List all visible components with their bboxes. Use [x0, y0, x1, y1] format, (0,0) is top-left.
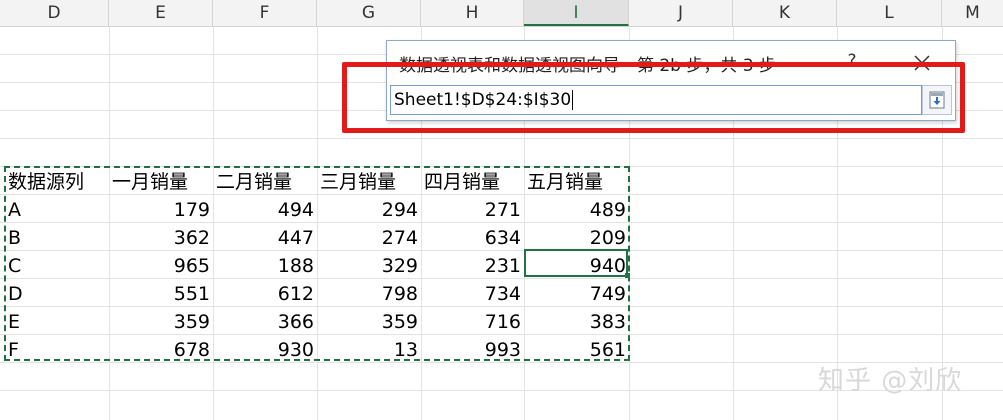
- column-header-d[interactable]: D: [0, 0, 109, 26]
- active-cell-selection[interactable]: [524, 249, 628, 277]
- red-highlight-box: [342, 62, 965, 133]
- column-header-h[interactable]: H: [421, 0, 524, 26]
- column-header-k[interactable]: K: [733, 0, 837, 26]
- column-header-j[interactable]: J: [629, 0, 733, 26]
- column-header-f[interactable]: F: [213, 0, 317, 26]
- column-header-l[interactable]: L: [837, 0, 942, 26]
- column-header-row: D E F G H I J K L M: [0, 0, 1003, 27]
- column-header-e[interactable]: E: [109, 0, 213, 26]
- column-header-i[interactable]: I: [524, 0, 629, 26]
- watermark: 知乎 @刘欣: [818, 366, 963, 396]
- column-header-g[interactable]: G: [317, 0, 421, 26]
- fill-handle[interactable]: [625, 273, 630, 278]
- column-header-m[interactable]: M: [942, 0, 1003, 26]
- gridline: [0, 138, 1003, 139]
